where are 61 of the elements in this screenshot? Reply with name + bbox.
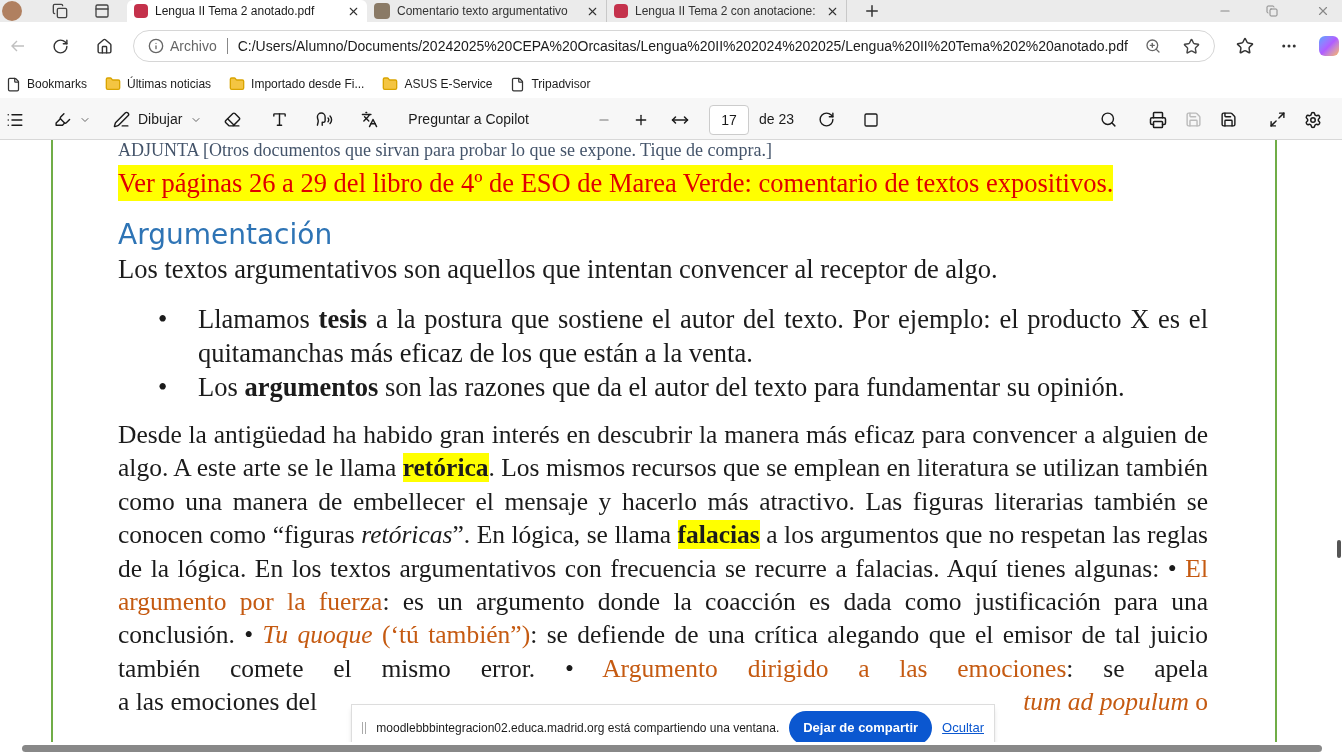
tab-title: Lengua II Tema 2 anotado.pdf	[155, 3, 316, 20]
browser-tab[interactable]: Lengua II Tema 2 anotado.pdf	[127, 0, 367, 22]
drag-handle-icon[interactable]	[362, 722, 367, 734]
scrollbar-thumb[interactable]	[1337, 540, 1341, 558]
bookmark-item[interactable]: Bookmarks	[6, 75, 88, 93]
settings-icon[interactable]	[1304, 110, 1322, 129]
url-text: C:/Users/Alumno/Documents/20242025%20CEPA%20Orcasitas/Lengua%20II%202024%202025/Lengua%20II%20Tema%202%20anotado.pdf	[237, 36, 1128, 56]
bookmark-item[interactable]: Tripadvisor	[510, 75, 591, 93]
photo-placeholder	[374, 3, 390, 19]
share-message: moodlebbbintegracion02.educa.madrid.org está compartiendo una ventana.	[376, 720, 780, 737]
cut-off-text-line: ADJUNTA [Otros documentos que sirvan para probar lo que se expone. Tique de compra.]	[118, 140, 773, 160]
zoom-icon[interactable]	[1145, 38, 1161, 54]
hide-link[interactable]: Ocultar	[942, 718, 984, 738]
bookmark-item[interactable]: ASUS E-Service	[382, 75, 493, 93]
paragraph-text: a las emociones del	[118, 686, 317, 719]
draw-button[interactable]: Dibujar	[109, 109, 207, 130]
workspaces-icon[interactable]	[52, 3, 68, 19]
stop-sharing-button[interactable]: Dejar de compartir	[789, 711, 933, 742]
reload-icon[interactable]	[52, 37, 69, 55]
pen-icon	[113, 111, 130, 128]
home-icon[interactable]	[96, 37, 113, 55]
address-bar[interactable]: Archivo C:/Users/Alumno/Documents/20242025%20CEPA%20Orcasitas/Lengua%20II%202024%202025/Lengua%20II%20Tema%202%20anotado.pdf	[133, 30, 1215, 62]
save-as-icon[interactable]	[1220, 111, 1237, 128]
highlighter-icon[interactable]	[54, 111, 71, 128]
translate-icon[interactable]	[361, 111, 379, 128]
print-icon[interactable]	[1149, 110, 1167, 129]
text-box-icon[interactable]	[271, 111, 289, 128]
intro-text: Los textos argumentativos son aquellos que intentan convencer al receptor de algo.	[118, 253, 999, 286]
paragraph-text: tum ad populum o	[1023, 686, 1208, 719]
bookmark-item[interactable]: Últimas noticias	[105, 75, 212, 93]
folder-icon	[105, 76, 122, 92]
bullet-mark: •	[157, 371, 169, 404]
bullet-text: Los argumentos son las razones que da el autor del texto para fundamentar su opinión.	[198, 371, 1125, 404]
rotate-icon[interactable]	[818, 111, 836, 128]
tab-actions-icon[interactable]	[94, 3, 110, 19]
tab-title: Comentario texto argumentativo	[397, 3, 569, 20]
new-tab-icon[interactable]	[863, 2, 881, 20]
fullscreen-icon[interactable]	[1269, 111, 1286, 128]
page-icon	[510, 76, 526, 92]
favorite-star-icon[interactable]	[1183, 37, 1200, 55]
bullet-mark: •	[157, 303, 169, 336]
folder-icon	[229, 76, 246, 92]
search-icon[interactable]	[1100, 111, 1117, 128]
profile-avatar[interactable]	[2, 1, 22, 21]
page-total: de 23	[759, 110, 795, 129]
eraser-icon[interactable]	[224, 111, 242, 128]
info-icon[interactable]	[148, 38, 164, 54]
bullet-text: Llamamos tesis a la postura que sostiene el autor del texto. Por ejemplo: el producto X es el quitamanchas más eficaz de los que están a la venta.	[198, 303, 1208, 370]
site-label: Archivo	[170, 36, 217, 56]
tab-title: Lengua II Tema 2 con anotacione:	[635, 3, 817, 20]
favorites-icon[interactable]	[1236, 37, 1254, 55]
bookmark-item[interactable]: Importado desde Fi...	[229, 75, 365, 93]
page-icon	[6, 76, 21, 92]
horizontal-scrollbar-thumb[interactable]	[22, 744, 1322, 752]
read-aloud-icon[interactable]	[316, 111, 334, 128]
copilot-button[interactable]: Preguntar a Copilot	[404, 109, 533, 130]
folder-icon	[382, 76, 399, 92]
highlighted-note: Ver páginas 26 a 29 del libro de 4º de ESO de Marea Verde: comentario de textos expositivos.	[118, 165, 1114, 201]
page-number-field[interactable]: 17	[709, 104, 749, 135]
section-heading: Argumentación	[118, 218, 334, 252]
page-view-icon[interactable]	[863, 111, 880, 128]
